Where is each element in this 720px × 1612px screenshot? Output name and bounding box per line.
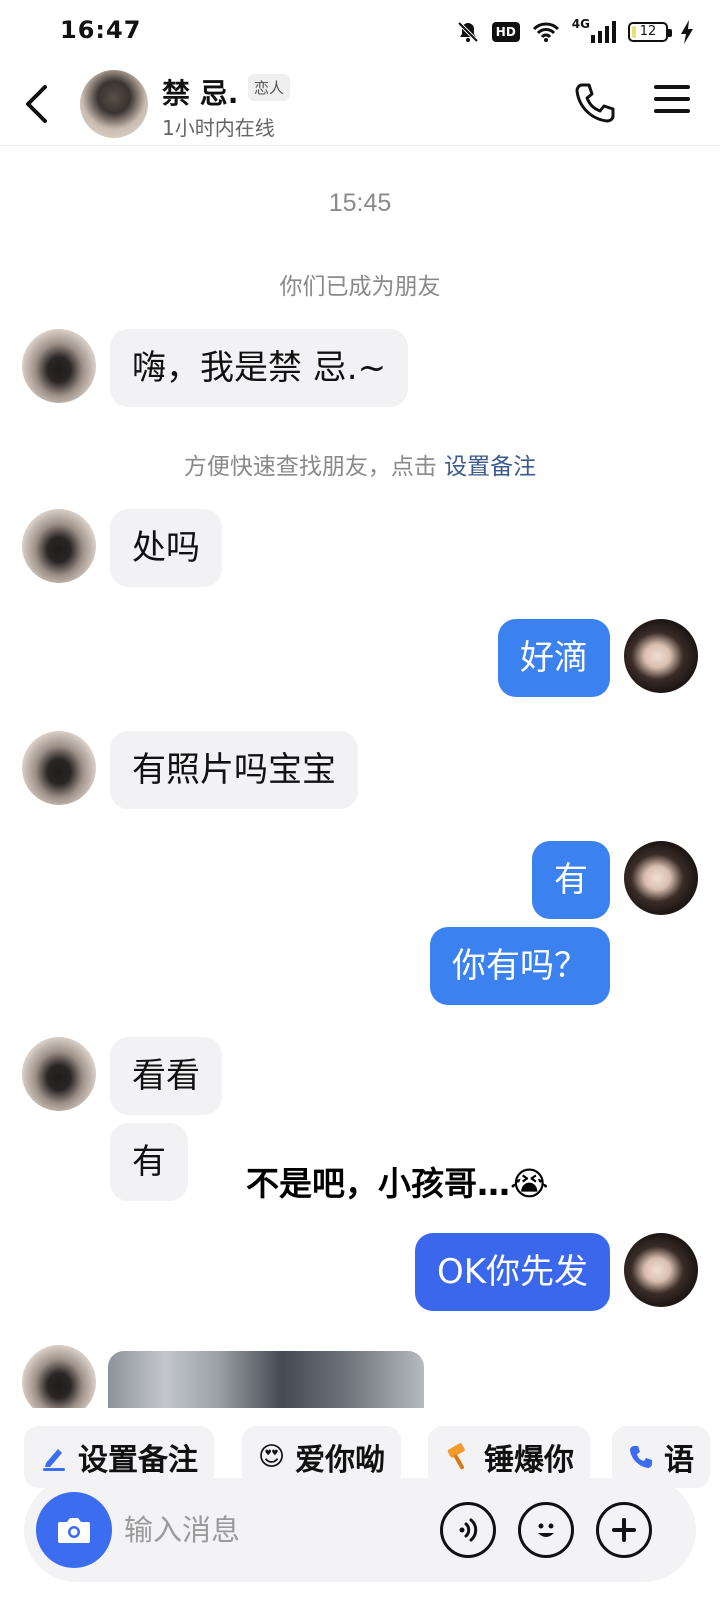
chevron-left-icon <box>26 85 47 123</box>
signal-icon <box>591 21 616 43</box>
set-remark-link[interactable]: 设置备注 <box>444 454 536 480</box>
chip-label: 语 <box>664 1443 694 1478</box>
chip-label: 锤爆你 <box>484 1443 574 1478</box>
call-button[interactable] <box>572 80 618 126</box>
other-avatar[interactable] <box>22 1037 96 1111</box>
outgoing-message[interactable]: OK你先发 <box>414 1233 610 1311</box>
camera-icon <box>58 1518 90 1543</box>
back-button[interactable] <box>14 78 58 130</box>
other-avatar[interactable] <box>22 731 96 805</box>
smiley-icon <box>538 1523 554 1537</box>
hint-text: 方便快速查找朋友，点击 <box>183 454 445 480</box>
other-avatar[interactable] <box>22 329 96 403</box>
self-avatar[interactable] <box>624 619 698 693</box>
incoming-message[interactable]: 看看 <box>110 1037 222 1115</box>
outgoing-message[interactable]: 好滴 <box>498 619 610 697</box>
emoji-button[interactable] <box>518 1502 574 1558</box>
overlay-caption: 不是吧，小孩哥…😭 <box>246 1157 549 1205</box>
menu-button[interactable] <box>652 82 700 126</box>
battery-fill <box>632 26 636 38</box>
status-time: 16:47 <box>60 16 142 44</box>
self-avatar[interactable] <box>624 1233 698 1307</box>
other-avatar[interactable] <box>22 1345 96 1411</box>
incoming-message[interactable]: 处吗 <box>110 509 222 587</box>
status-icons: HD 4G 12 <box>456 17 694 46</box>
chip-label: 设置备注 <box>78 1443 198 1478</box>
system-message: 你们已成为朋友 <box>279 274 441 300</box>
phone-icon <box>575 83 615 123</box>
hammer-icon <box>447 1443 465 1470</box>
incoming-message[interactable]: 有照片吗宝宝 <box>110 731 358 809</box>
chip-label: 爱你呦 <box>295 1443 386 1478</box>
camera-button[interactable] <box>36 1492 112 1568</box>
hamburger-menu-icon <box>654 85 690 113</box>
battery-level: 12 <box>639 24 657 39</box>
hd-badge: HD <box>491 22 520 42</box>
voice-wave-icon <box>459 1518 478 1542</box>
wifi-icon <box>532 22 559 42</box>
set-remark-hint: 方便快速查找朋友，点击 设置备注 <box>0 447 720 481</box>
incoming-message[interactable]: 嗨，我是禁 忌.~ <box>110 329 409 407</box>
message-list[interactable]: 15:45 你们已成为朋友 嗨，我是禁 忌.~ 方便快速查找朋友，点击 设置备注… <box>0 147 720 1411</box>
outgoing-message[interactable]: 有 <box>532 841 610 919</box>
image-message[interactable] <box>108 1351 424 1411</box>
input-bar <box>24 1478 696 1582</box>
overlay-caption-text: 不是吧，小孩哥… <box>246 1164 510 1203</box>
plus-icon <box>612 1518 636 1542</box>
voice-button[interactable] <box>440 1502 496 1558</box>
bell-muted-icon <box>457 21 479 43</box>
relation-badge: 恋人 <box>248 74 291 101</box>
heart-eyes-emoji-icon: 😍 <box>258 1442 286 1472</box>
outgoing-message[interactable]: 你有吗？ <box>430 927 610 1005</box>
phone-icon <box>630 1446 652 1468</box>
status-bar: 16:47 HD 4G 12 <box>0 0 720 62</box>
chat-header: 禁 忌. 恋人 1小时内在线 <box>0 62 720 146</box>
self-avatar[interactable] <box>624 841 698 915</box>
contact-name[interactable]: 禁 忌. <box>162 72 238 112</box>
message-timestamp: 15:45 <box>328 189 392 217</box>
crying-emoji: 😭 <box>510 1164 549 1203</box>
more-button[interactable] <box>596 1502 652 1558</box>
charging-bolt-icon <box>681 20 693 44</box>
online-status: 1小时内在线 <box>162 116 275 140</box>
contact-avatar[interactable] <box>80 70 148 138</box>
incoming-message[interactable]: 有 <box>110 1123 188 1201</box>
message-input[interactable] <box>124 1502 424 1558</box>
battery-icon: 12 <box>628 22 672 42</box>
other-avatar[interactable] <box>22 509 96 583</box>
pen-icon <box>43 1449 65 1471</box>
network-label: 4G <box>571 17 590 31</box>
